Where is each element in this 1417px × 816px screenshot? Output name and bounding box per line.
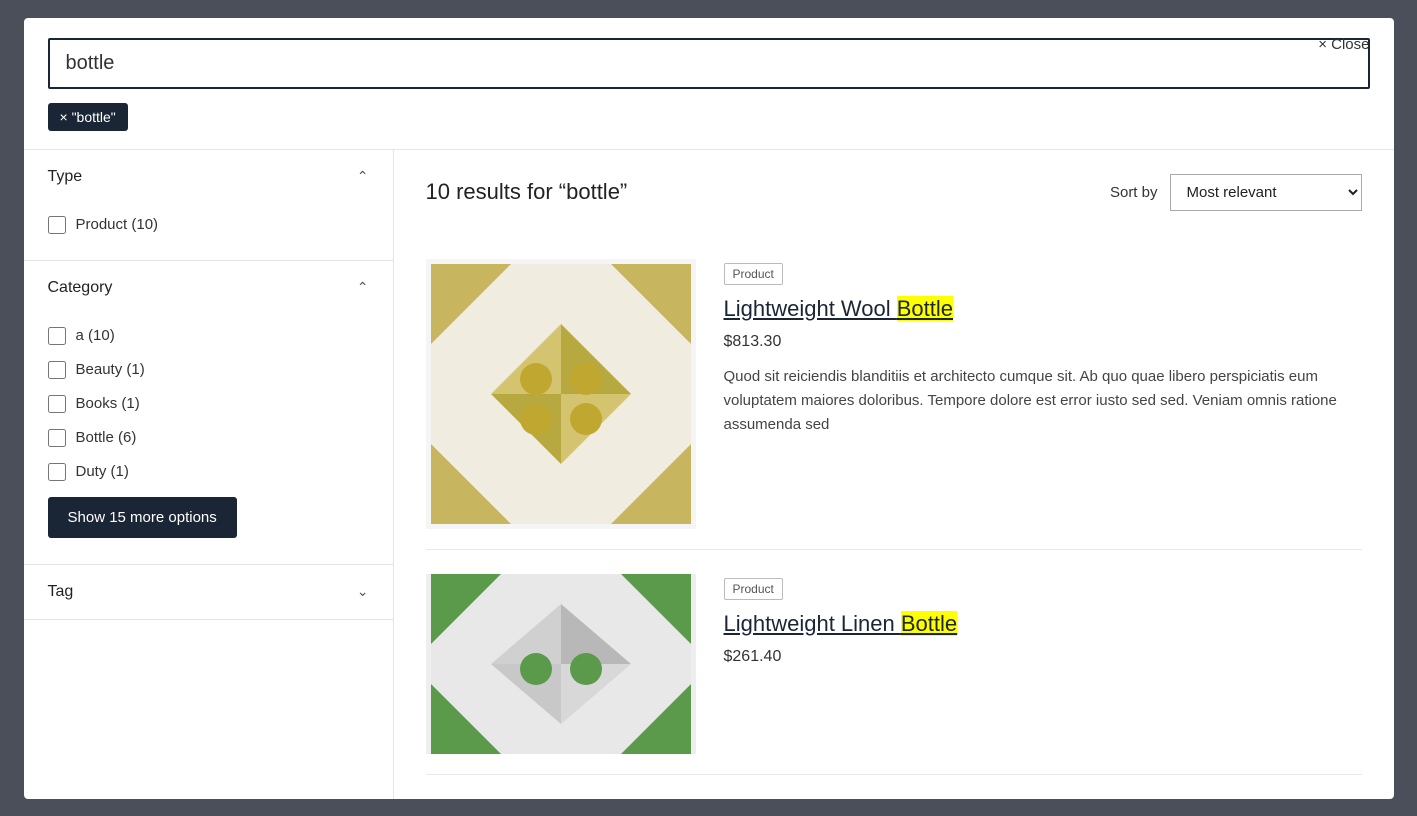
- main-results: 10 results for “bottle” Sort by Most rel…: [394, 150, 1394, 799]
- category-option-label-books: Books (1): [76, 395, 140, 412]
- show-more-button[interactable]: Show 15 more options: [48, 497, 237, 538]
- sort-by-container: Sort by Most relevant Price: Low to High…: [1110, 174, 1362, 211]
- category-option-a[interactable]: a (10): [48, 319, 369, 353]
- category-checkbox-beauty[interactable]: [48, 361, 66, 379]
- results-count: 10 results for “bottle”: [426, 179, 628, 205]
- results-header: 10 results for “bottle” Sort by Most rel…: [426, 174, 1362, 211]
- tag-chevron-icon: ⌄: [357, 583, 369, 600]
- category-checkbox-bottle[interactable]: [48, 429, 66, 447]
- type-checkbox-product[interactable]: [48, 216, 66, 234]
- sort-select[interactable]: Most relevant Price: Low to High Price: …: [1170, 174, 1362, 211]
- tag-filter-section: Tag ⌄: [24, 565, 393, 620]
- type-filter-label: Type: [48, 168, 83, 186]
- category-checkbox-a[interactable]: [48, 327, 66, 345]
- product-title-1[interactable]: Lightweight Wool Bottle: [724, 295, 1362, 324]
- product-price-2: $261.40: [724, 648, 1362, 666]
- search-modal: × Close × "bottle" Type ⌃ Product (10): [24, 18, 1394, 799]
- product-image-1: [426, 259, 696, 529]
- product-title-plain-1: Lightweight Wool: [724, 296, 897, 321]
- product-title-highlight-1: Bottle: [897, 296, 953, 321]
- sort-by-label: Sort by: [1110, 184, 1158, 201]
- category-chevron-icon: ⌃: [357, 279, 369, 296]
- sidebar: Type ⌃ Product (10) Category ⌃: [24, 150, 394, 799]
- category-option-label-a: a (10): [76, 327, 115, 344]
- category-checkbox-books[interactable]: [48, 395, 66, 413]
- tag-filter-header[interactable]: Tag ⌄: [24, 565, 393, 619]
- type-option-label: Product (10): [76, 216, 159, 233]
- product-price-1: $813.30: [724, 333, 1362, 351]
- type-filter-section: Type ⌃ Product (10): [24, 150, 393, 261]
- category-filter-section: Category ⌃ a (10) Beauty (1) Books (1): [24, 261, 393, 565]
- product-desc-1: Quod sit reiciendis blanditiis et archit…: [724, 365, 1362, 437]
- category-option-beauty[interactable]: Beauty (1): [48, 353, 369, 387]
- close-button[interactable]: × Close: [1318, 36, 1369, 53]
- product-title-plain-2: Lightweight Linen: [724, 611, 901, 636]
- product-card-1: Product Lightweight Wool Bottle $813.30 …: [426, 239, 1362, 550]
- category-option-label-bottle: Bottle (6): [76, 429, 137, 446]
- type-chevron-icon: ⌃: [357, 168, 369, 185]
- product-type-badge-1: Product: [724, 263, 783, 285]
- category-filter-options: a (10) Beauty (1) Books (1) Bottle (6): [24, 315, 393, 564]
- content-area: Type ⌃ Product (10) Category ⌃: [24, 149, 1394, 799]
- product-info-2: Product Lightweight Linen Bottle $261.40: [724, 574, 1362, 754]
- tag-filter-label: Tag: [48, 583, 74, 601]
- category-checkbox-duty[interactable]: [48, 463, 66, 481]
- category-option-duty[interactable]: Duty (1): [48, 455, 369, 489]
- category-option-label-beauty: Beauty (1): [76, 361, 145, 378]
- category-filter-label: Category: [48, 279, 113, 297]
- search-input[interactable]: [48, 38, 1370, 89]
- category-option-bottle[interactable]: Bottle (6): [48, 421, 369, 455]
- product-type-badge-2: Product: [724, 578, 783, 600]
- type-option-product[interactable]: Product (10): [48, 208, 369, 242]
- category-option-label-duty: Duty (1): [76, 463, 129, 480]
- product-title-highlight-2: Bottle: [901, 611, 957, 636]
- category-filter-header[interactable]: Category ⌃: [24, 261, 393, 315]
- product-image-2: [426, 574, 696, 754]
- product-info-1: Product Lightweight Wool Bottle $813.30 …: [724, 259, 1362, 529]
- product-card-2: Product Lightweight Linen Bottle $261.40: [426, 550, 1362, 775]
- product-title-2[interactable]: Lightweight Linen Bottle: [724, 610, 1362, 639]
- category-option-books[interactable]: Books (1): [48, 387, 369, 421]
- search-bar-container: [24, 18, 1394, 103]
- type-filter-header[interactable]: Type ⌃: [24, 150, 393, 204]
- active-tag[interactable]: × "bottle": [48, 103, 128, 131]
- type-filter-options: Product (10): [24, 204, 393, 260]
